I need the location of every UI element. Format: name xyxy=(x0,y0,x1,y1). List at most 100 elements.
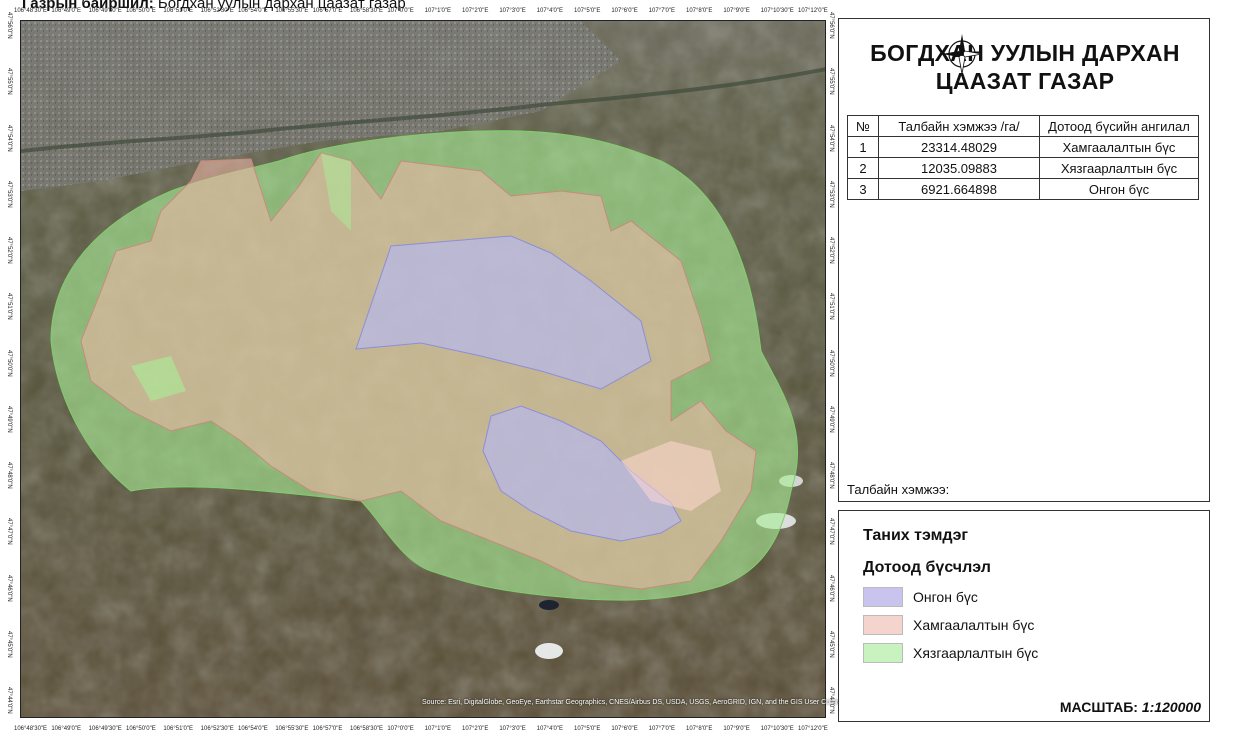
latitude-tick: 47°50'0"N xyxy=(828,349,834,377)
legend-swatch xyxy=(863,587,903,607)
north-arrow-icon xyxy=(942,34,983,75)
latitude-tick: 47°54'0"N xyxy=(6,124,12,152)
longitude-tick: 106°49'0"E xyxy=(51,8,82,14)
area-table: № Талбайн хэмжээ /га/ Дотоод бүсийн анги… xyxy=(847,115,1199,200)
longitude-tick: 106°57'0"E xyxy=(312,8,343,14)
longitude-tick: 107°2'0"E xyxy=(462,726,489,732)
longitude-tick: 106°49'30"E xyxy=(88,726,122,732)
map-title-line-1: БОГДХАН УУЛЫН ДАРХАН xyxy=(870,40,1180,66)
legend-swatch xyxy=(863,643,903,663)
table-row: 3 6921.664898 Онгон бүс xyxy=(847,178,1199,200)
longitude-tick: 107°9'0"E xyxy=(723,726,750,732)
latitude-tick: 47°53'0"N xyxy=(6,180,12,208)
latitude-tick: 47°46'0"N xyxy=(828,574,834,602)
latitude-tick: 47°47'0"N xyxy=(828,518,834,545)
latitude-tick: 47°52'0"N xyxy=(6,237,12,264)
longitude-tick: 107°4'0"E xyxy=(536,8,564,14)
latitude-tick: 47°56'0"N xyxy=(6,12,12,39)
scale-label: МАСШТАБ: xyxy=(1059,699,1138,715)
longitude-tick: 106°52'30"E xyxy=(200,8,234,14)
longitude-tick: 107°5'0"E xyxy=(574,8,601,14)
cell-area: 12035.09883 xyxy=(878,157,1040,179)
latitude-tick: 47°45'0"N xyxy=(6,630,12,658)
legend-item-restricted: Хязгаарлалтын бүс xyxy=(863,642,1038,664)
longitude-tick: 107°0'0"E xyxy=(387,726,414,732)
longitude-tick: 106°58'30"E xyxy=(350,8,384,14)
col-header-number: № xyxy=(847,115,879,137)
longitude-tick: 106°48'30"E xyxy=(14,8,48,14)
scale-text: МАСШТАБ: 1:120000 xyxy=(1060,699,1201,715)
longitude-tick: 107°8'0"E xyxy=(686,8,713,14)
cell-zone: Хамгаалалтын бүс xyxy=(1039,136,1199,158)
latitude-tick: 47°48'0"N xyxy=(6,462,12,489)
legend-item-pristine: Онгон бүс xyxy=(863,586,978,608)
longitude-tick: 106°54'0"E xyxy=(238,726,268,732)
latitude-tick: 47°52'0"N xyxy=(828,237,834,264)
latitude-tick: 47°55'0"N xyxy=(828,68,834,95)
longitude-tick: 106°51'0"E xyxy=(163,8,194,14)
legend-title: Таних тэмдэг xyxy=(863,527,969,544)
cloud xyxy=(535,643,563,659)
longitude-tick: 107°3'0"E xyxy=(499,8,526,14)
latitude-tick: 47°56'0"N xyxy=(828,12,834,39)
latitude-tick: 47°54'0"N xyxy=(828,124,834,152)
latitude-tick: 47°47'0"N xyxy=(6,518,12,545)
longitude-tick: 106°50'0"E xyxy=(126,726,156,732)
cell-number: 2 xyxy=(847,157,879,179)
map-title-line-2: ЦААЗАТ ГАЗАР xyxy=(935,68,1115,94)
longitude-tick: 107°4'0"E xyxy=(536,726,564,732)
longitude-tick: 107°0'0"E xyxy=(387,8,414,14)
latitude-tick: 47°50'0"N xyxy=(6,349,12,377)
map-title: БОГДХАН УУЛЫН ДАРХАН ЦААЗАТ ГАЗАР xyxy=(839,39,1211,95)
legend-panel: Таних тэмдэг Дотоод бүсчлэл Онгон бүс Ха… xyxy=(838,510,1210,722)
longitude-tick: 106°55'30"E xyxy=(275,8,309,14)
longitude-tick: 107°7'0"E xyxy=(648,8,676,14)
cell-area: 6921.664898 xyxy=(878,178,1040,200)
map-credit: Source: Esri, DigitalGlobe, GeoEye, Eart… xyxy=(422,699,857,706)
longitude-tick: 107°5'0"E xyxy=(574,726,601,732)
scale-value: 1:120000 xyxy=(1141,699,1201,715)
map-view[interactable] xyxy=(20,20,826,718)
latitude-tick: 47°44'0"N xyxy=(6,687,12,714)
legend-subtitle: Дотоод бүсчлэл xyxy=(863,559,991,576)
cell-zone: Онгон бүс xyxy=(1039,178,1199,200)
longitude-tick: 107°12'0"E xyxy=(798,726,828,732)
longitude-tick: 107°10'30"E xyxy=(760,726,794,732)
longitude-tick: 107°6'0"E xyxy=(611,726,638,732)
longitude-tick: 106°51'0"E xyxy=(163,726,194,732)
longitude-tick: 107°1'0"E xyxy=(424,8,452,14)
legend-label: Онгон бүс xyxy=(913,589,978,605)
col-header-area: Талбайн хэмжээ /га/ xyxy=(878,115,1040,137)
longitude-tick: 106°54'0"E xyxy=(238,8,268,14)
cell-number: 3 xyxy=(847,178,879,200)
cell-zone: Хязгаарлалтын бүс xyxy=(1039,157,1199,179)
cell-area: 23314.48029 xyxy=(878,136,1040,158)
latitude-tick: 47°45'0"N xyxy=(828,630,834,658)
legend-label: Хамгаалалтын бүс xyxy=(913,617,1035,633)
latitude-tick: 47°49'0"N xyxy=(6,405,12,433)
latitude-tick: 47°53'0"N xyxy=(828,180,834,208)
table-row: 2 12035.09883 Хязгаарлалтын бүс xyxy=(847,157,1199,179)
longitude-tick: 106°49'0"E xyxy=(51,726,82,732)
legend-swatch xyxy=(863,615,903,635)
longitude-tick: 106°49'30"E xyxy=(88,8,122,14)
info-panel: БОГДХАН УУЛЫН ДАРХАН ЦААЗАТ ГАЗАР № Талб… xyxy=(838,18,1210,502)
longitude-tick: 107°7'0"E xyxy=(648,726,676,732)
longitude-tick: 106°57'0"E xyxy=(312,726,343,732)
longitude-tick: 106°50'0"E xyxy=(126,8,156,14)
longitude-tick: 106°48'30"E xyxy=(14,726,48,732)
longitude-tick: 107°9'0"E xyxy=(723,8,750,14)
table-row: 1 23314.48029 Хамгаалалтын бүс xyxy=(847,136,1199,158)
legend-label: Хязгаарлалтын бүс xyxy=(913,645,1039,661)
latitude-tick: 47°49'0"N xyxy=(828,405,834,433)
longitude-tick: 107°3'0"E xyxy=(499,726,526,732)
map-svg xyxy=(21,21,825,717)
longitude-tick: 107°8'0"E xyxy=(686,726,713,732)
latitude-tick: 47°46'0"N xyxy=(6,574,12,602)
latitude-tick: 47°51'0"N xyxy=(828,293,834,320)
longitude-tick: 107°12'0"E xyxy=(798,8,828,14)
latitude-tick: 47°48'0"N xyxy=(828,462,834,489)
cell-number: 1 xyxy=(847,136,879,158)
longitude-tick: 106°52'30"E xyxy=(200,726,234,732)
latitude-tick: 47°55'0"N xyxy=(6,68,12,95)
